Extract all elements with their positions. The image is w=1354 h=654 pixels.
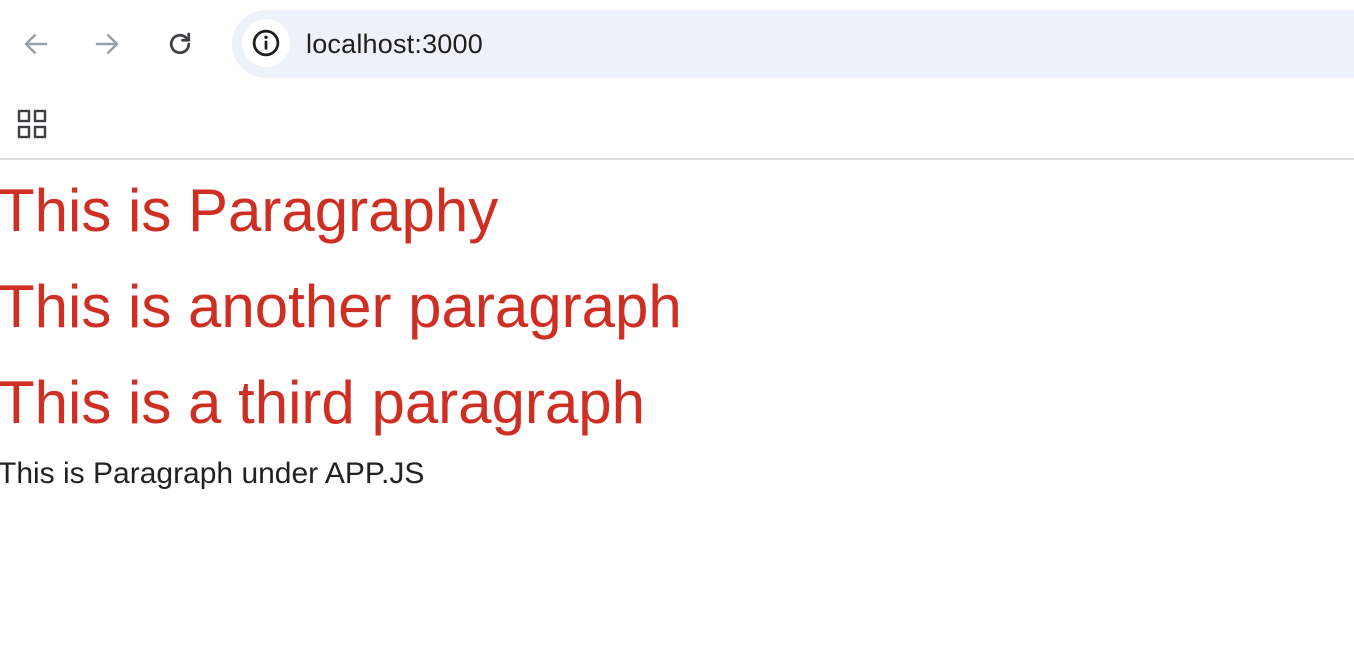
url-text[interactable]: localhost:3000 xyxy=(306,28,483,60)
paragraph-3: This is a third paragraph xyxy=(0,369,645,436)
arrow-right-icon xyxy=(95,34,119,54)
back-button[interactable] xyxy=(14,22,58,66)
browser-toolbar: localhost:3000 xyxy=(0,0,1354,88)
reload-button[interactable] xyxy=(158,22,202,66)
forward-button[interactable] xyxy=(85,22,129,66)
app-paragraph: This is Paragraph under APP.JS xyxy=(0,457,425,490)
address-bar[interactable]: localhost:3000 xyxy=(232,10,1354,78)
bookmarks-bar xyxy=(0,88,1354,160)
page-content: This is Paragraphy This is another parag… xyxy=(0,160,1354,654)
apps-button[interactable] xyxy=(12,104,52,144)
arrow-left-icon xyxy=(24,34,48,54)
paragraph-1: This is Paragraphy xyxy=(0,177,499,244)
reload-icon xyxy=(169,32,191,55)
apps-grid-icon xyxy=(17,109,47,139)
site-info-button[interactable] xyxy=(242,19,290,67)
info-icon xyxy=(252,29,280,57)
paragraph-2: This is another paragraph xyxy=(0,273,682,340)
